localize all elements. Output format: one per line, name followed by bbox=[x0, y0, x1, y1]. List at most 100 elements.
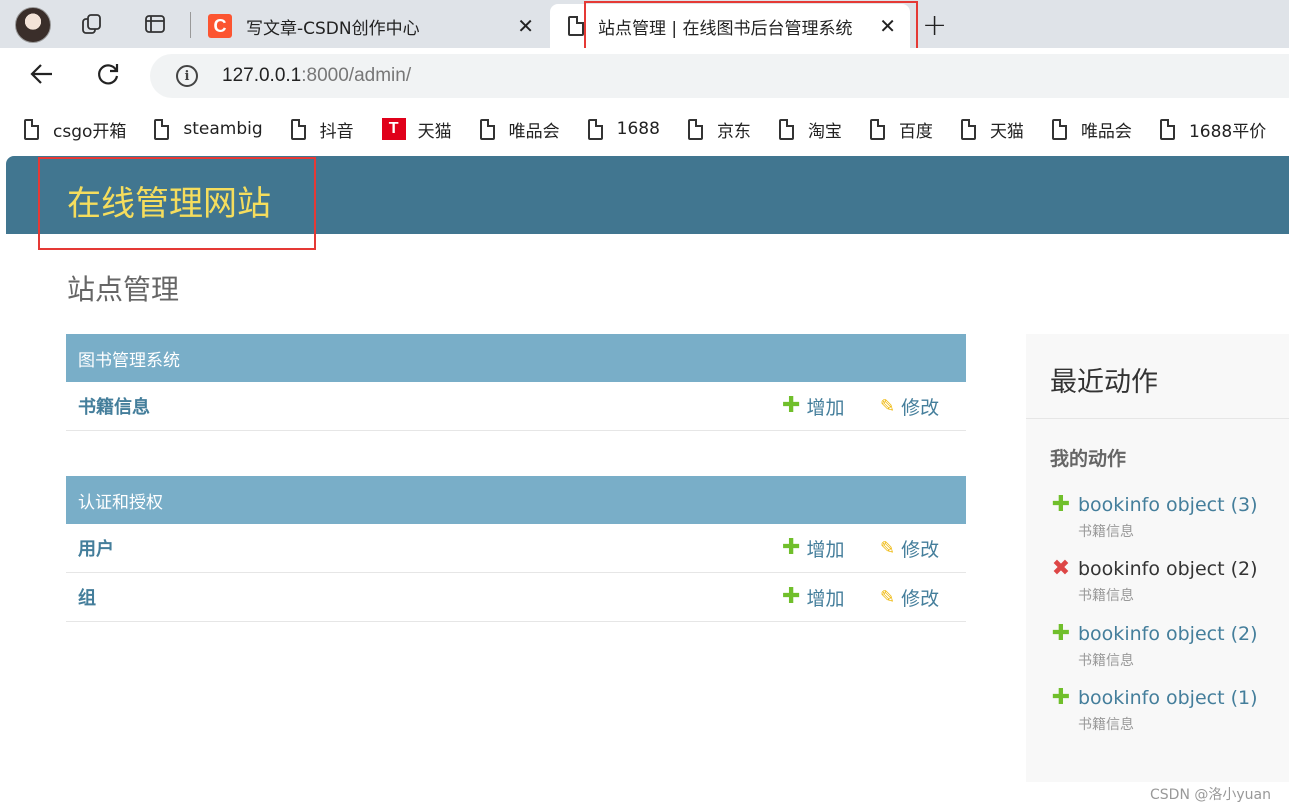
my-actions-title: 我的动作 bbox=[1050, 448, 1127, 470]
action-link[interactable]: bookinfo object (3) bbox=[1078, 494, 1258, 516]
model-row: 用户 ✚ 增加 ✎ 修改 bbox=[66, 524, 966, 573]
bookmark-item[interactable]: 天猫 bbox=[960, 117, 1024, 142]
tmall-icon: T bbox=[381, 118, 406, 140]
document-icon bbox=[568, 16, 584, 36]
profile-avatar[interactable] bbox=[15, 7, 51, 43]
bookmark-label: steambig bbox=[183, 119, 263, 139]
bookmark-label: 淘宝 bbox=[807, 121, 842, 142]
page-title: 站点管理 bbox=[67, 273, 180, 306]
change-link[interactable]: ✎ 修改 bbox=[880, 393, 939, 420]
divider bbox=[1026, 418, 1289, 419]
document-icon bbox=[24, 118, 39, 140]
change-link[interactable]: ✎ 修改 bbox=[880, 584, 939, 611]
change-link[interactable]: ✎ 修改 bbox=[880, 535, 939, 562]
content-type: 书籍信息 bbox=[1078, 588, 1134, 604]
document-icon bbox=[869, 118, 885, 140]
bookmark-item[interactable]: 1688平价 bbox=[1159, 117, 1267, 142]
add-link[interactable]: ✚ 增加 bbox=[782, 584, 844, 611]
action-item: ✚ bookinfo object (3) 书籍信息 bbox=[1050, 494, 1258, 541]
model-link[interactable]: 用户 bbox=[78, 535, 114, 561]
pencil-icon: ✎ bbox=[880, 395, 896, 417]
bookmark-label: 百度 bbox=[898, 121, 933, 142]
bookmark-item[interactable]: 百度 bbox=[869, 117, 933, 142]
action-link[interactable]: bookinfo object (1) bbox=[1078, 687, 1258, 709]
new-tab-icon[interactable]: + bbox=[922, 8, 947, 43]
bookmark-item[interactable]: 唯品会 bbox=[479, 117, 560, 142]
bookmark-item[interactable]: steambig bbox=[154, 118, 263, 140]
bookmark-item[interactable]: 1688 bbox=[587, 118, 660, 140]
plus-icon: ✚ bbox=[1051, 621, 1071, 646]
model-link[interactable]: 书籍信息 bbox=[78, 393, 150, 419]
bookmark-label: 抖音 bbox=[319, 121, 354, 142]
refresh-icon[interactable] bbox=[94, 60, 122, 95]
document-icon bbox=[778, 118, 794, 140]
plus-icon: ✚ bbox=[782, 584, 801, 609]
document-icon bbox=[687, 118, 703, 140]
browser-tab-bar: C 写文章-CSDN创作中心 ✕ 站点管理 | 在线图书后台管理系统 ✕ + bbox=[0, 0, 1289, 48]
bookmark-label: 1688 bbox=[616, 119, 660, 139]
module-caption[interactable]: 认证和授权 bbox=[66, 476, 966, 524]
document-icon bbox=[1159, 118, 1175, 140]
content-type: 书籍信息 bbox=[1078, 717, 1134, 733]
watermark: CSDN @洛小yuan bbox=[1150, 787, 1271, 803]
info-icon[interactable]: i bbox=[176, 65, 198, 87]
pencil-icon: ✎ bbox=[880, 586, 896, 608]
back-arrow-icon[interactable] bbox=[28, 60, 56, 95]
model-link[interactable]: 组 bbox=[78, 584, 96, 610]
bookmark-label: 天猫 bbox=[989, 121, 1024, 142]
document-icon bbox=[587, 118, 603, 140]
admin-header: 在线管理网站 bbox=[6, 156, 1289, 234]
module-caption[interactable]: 图书管理系统 bbox=[66, 334, 966, 382]
pencil-icon: ✎ bbox=[880, 537, 896, 559]
app-module-books: 图书管理系统 书籍信息 ✚ 增加 ✎ 修改 bbox=[66, 334, 966, 431]
csdn-logo-icon: C bbox=[208, 14, 232, 38]
document-icon bbox=[290, 118, 306, 140]
action-text: bookinfo object (2) bbox=[1078, 558, 1258, 580]
tab-title: 写文章-CSDN创作中心 bbox=[246, 18, 420, 39]
bookmark-label: 唯品会 bbox=[508, 121, 560, 142]
action-item: ✚ bookinfo object (2) 书籍信息 bbox=[1050, 623, 1258, 670]
delete-x-icon: ✖ bbox=[1051, 556, 1071, 581]
content-type: 书籍信息 bbox=[1078, 524, 1134, 540]
bookmark-item[interactable]: 京东 bbox=[687, 117, 751, 142]
tab-admin[interactable]: 站点管理 | 在线图书后台管理系统 ✕ bbox=[550, 4, 910, 48]
bookmark-label: csgo开箱 bbox=[53, 121, 127, 142]
bookmark-item[interactable]: 淘宝 bbox=[778, 117, 842, 142]
plus-icon: ✚ bbox=[1051, 685, 1071, 710]
tab-title: 站点管理 | 在线图书后台管理系统 bbox=[598, 18, 853, 39]
tab-separator bbox=[190, 12, 191, 38]
add-link[interactable]: ✚ 增加 bbox=[782, 535, 844, 562]
close-icon[interactable]: ✕ bbox=[517, 14, 534, 38]
action-item: ✖ bookinfo object (2) 书籍信息 bbox=[1050, 558, 1258, 605]
bookmark-label: 京东 bbox=[716, 121, 751, 142]
bookmark-item[interactable]: T 天猫 bbox=[381, 117, 452, 142]
app-module-auth: 认证和授权 用户 ✚ 增加 ✎ 修改 组 ✚ 增加 ✎ 修改 bbox=[66, 476, 966, 622]
tab-actions-icon[interactable] bbox=[143, 12, 167, 36]
url-field[interactable]: i 127.0.0.1:8000/admin/ bbox=[150, 54, 1289, 98]
bookmarks-bar: csgo开箱 steambig 抖音 T 天猫 唯品会 1688 京东 淘宝 百度 天猫 唯品会 168… bbox=[0, 104, 1289, 154]
bookmark-label: 唯品会 bbox=[1080, 121, 1132, 142]
document-icon bbox=[960, 118, 976, 140]
bookmark-item[interactable]: csgo开箱 bbox=[24, 117, 126, 142]
action-link[interactable]: bookinfo object (2) bbox=[1078, 623, 1258, 645]
tab-csdn[interactable]: C 写文章-CSDN创作中心 ✕ bbox=[196, 4, 548, 48]
document-icon bbox=[1051, 118, 1067, 140]
content-type: 书籍信息 bbox=[1078, 653, 1134, 669]
model-row: 书籍信息 ✚ 增加 ✎ 修改 bbox=[66, 382, 966, 431]
recent-actions-panel: 最近动作 我的动作 ✚ bookinfo object (3) 书籍信息 ✖ boo… bbox=[1026, 334, 1289, 782]
add-link[interactable]: ✚ 增加 bbox=[782, 393, 844, 420]
document-icon bbox=[154, 118, 170, 140]
recent-actions-title: 最近动作 bbox=[1050, 367, 1158, 398]
site-name[interactable]: 在线管理网站 bbox=[67, 176, 271, 225]
bookmark-label: 天猫 bbox=[417, 121, 452, 142]
bookmark-label: 1688平价 bbox=[1188, 121, 1267, 142]
document-icon bbox=[479, 118, 495, 140]
address-bar: i 127.0.0.1:8000/admin/ bbox=[0, 48, 1289, 104]
plus-icon: ✚ bbox=[782, 535, 801, 560]
action-item: ✚ bookinfo object (1) 书籍信息 bbox=[1050, 687, 1258, 734]
plus-icon: ✚ bbox=[782, 393, 801, 418]
collections-icon[interactable] bbox=[80, 12, 104, 36]
bookmark-item[interactable]: 唯品会 bbox=[1051, 117, 1132, 142]
close-icon[interactable]: ✕ bbox=[879, 14, 896, 38]
bookmark-item[interactable]: 抖音 bbox=[290, 117, 354, 142]
